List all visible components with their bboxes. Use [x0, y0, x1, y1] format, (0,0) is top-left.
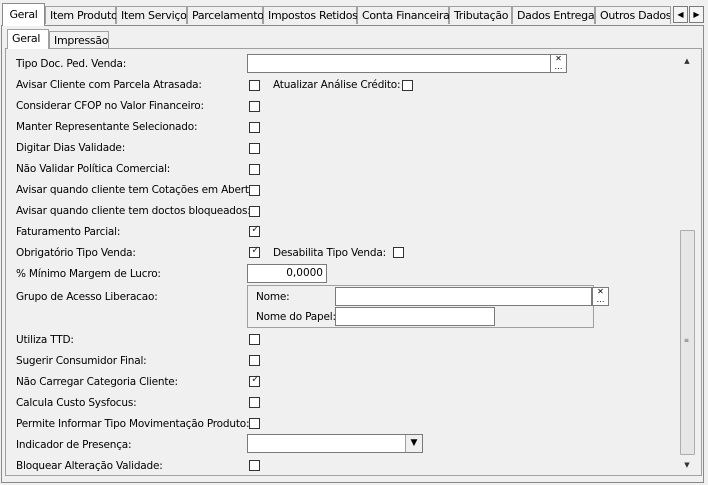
subtab-impressao[interactable]: Impressão	[49, 31, 109, 49]
atualizar-credito-checkbox[interactable]	[402, 80, 413, 91]
nao-validar-label: Não Validar Política Comercial:	[16, 163, 171, 175]
permite-checkbox[interactable]	[249, 418, 260, 429]
check-icon: ✓	[251, 245, 260, 256]
ttd-label: Utiliza TTD:	[16, 334, 74, 346]
tab-tributacao[interactable]: Tributação	[449, 6, 512, 24]
margem-label: % Mínimo Margem de Lucro:	[16, 268, 161, 280]
nao-carregar-label: Não Carregar Categoria Cliente:	[16, 376, 178, 388]
fat-parcial-label: Faturamento Parcial:	[16, 226, 121, 238]
desabilita-tipo-label: Desabilita Tipo Venda:	[273, 247, 386, 259]
lookup-button-icon[interactable]: ✕…	[592, 287, 609, 306]
avisar-cotacoes-checkbox[interactable]	[249, 185, 260, 196]
subtab-geral[interactable]: Geral	[7, 29, 49, 49]
tipo-doc-label: Tipo Doc. Ped. Venda:	[16, 58, 127, 70]
nao-carregar-checkbox[interactable]: ✓	[249, 374, 260, 387]
nao-validar-checkbox[interactable]	[249, 164, 260, 175]
tab-parcelamento[interactable]: Parcelamento	[187, 6, 264, 24]
sugerir-checkbox[interactable]	[249, 355, 260, 366]
custo-checkbox[interactable]	[249, 397, 260, 408]
tab-scroll-right-icon[interactable]: ▶	[689, 6, 704, 23]
nome-label: Nome:	[256, 291, 290, 303]
vertical-scrollbar[interactable]: ▲ ≡ ▼	[679, 54, 695, 472]
bloquear-label: Bloquear Alteração Validade:	[16, 460, 163, 472]
main-tab-strip: Geral Item Produto Item Serviço Parcelam…	[0, 0, 708, 26]
obrig-tipo-label: Obrigatório Tipo Venda:	[16, 247, 136, 259]
tab-conta-financeira[interactable]: Conta Financeira	[357, 6, 450, 24]
tab-dados-entrega[interactable]: Dados Entrega	[512, 6, 595, 24]
nome-papel-label: Nome do Papel:	[256, 311, 336, 323]
indicador-select[interactable]: ▼	[247, 434, 423, 453]
nome-papel-input[interactable]	[335, 307, 495, 326]
avisar-bloqueados-label: Avisar quando cliente tem doctos bloquea…	[16, 205, 251, 217]
margem-input[interactable]: 0,0000	[247, 264, 327, 283]
scroll-up-icon[interactable]: ▲	[679, 54, 695, 68]
sugerir-label: Sugerir Consumidor Final:	[16, 355, 147, 367]
avisar-bloqueados-checkbox[interactable]	[249, 206, 260, 217]
check-icon: ✓	[251, 224, 260, 235]
permite-label: Permite Informar Tipo Movimentação Produ…	[16, 418, 250, 430]
cfop-checkbox[interactable]	[249, 101, 260, 112]
tab-impostos-retidos[interactable]: Impostos Retidos	[263, 6, 358, 24]
tab-item-produto[interactable]: Item Produto	[45, 6, 118, 24]
cfop-label: Considerar CFOP no Valor Financeiro:	[16, 100, 204, 112]
indicador-label: Indicador de Presença:	[16, 439, 132, 451]
grip-icon: ≡	[684, 337, 690, 344]
tipo-doc-input[interactable]	[247, 54, 552, 73]
tab-outros-dados[interactable]: Outros Dados	[595, 6, 671, 24]
avisar-parcela-label: Avisar Cliente com Parcela Atrasada:	[16, 79, 202, 91]
tab-item-servico[interactable]: Item Serviço	[116, 6, 187, 24]
obrig-tipo-checkbox[interactable]: ✓	[249, 245, 260, 258]
manter-rep-checkbox[interactable]	[249, 122, 260, 133]
custo-label: Calcula Custo Sysfocus:	[16, 397, 137, 409]
grupo-label: Grupo de Acesso Liberacao:	[16, 291, 158, 303]
atualizar-credito-label: Atualizar Análise Crédito:	[273, 79, 401, 91]
bloquear-checkbox[interactable]	[249, 460, 260, 471]
general-panel	[5, 48, 702, 476]
scroll-thumb[interactable]: ≡	[680, 230, 695, 455]
tab-scroll-left-icon[interactable]: ◀	[673, 6, 688, 23]
lookup-button-icon[interactable]: ✕…	[550, 54, 567, 73]
manter-rep-label: Manter Representante Selecionado:	[16, 121, 198, 133]
fat-parcial-checkbox[interactable]: ✓	[249, 224, 260, 237]
avisar-parcela-checkbox[interactable]	[249, 80, 260, 91]
nome-input[interactable]	[335, 287, 592, 306]
dias-validade-checkbox[interactable]	[249, 143, 260, 154]
tab-geral[interactable]: Geral	[2, 3, 45, 26]
scroll-down-icon[interactable]: ▼	[679, 458, 695, 472]
check-icon: ✓	[251, 374, 260, 385]
ttd-checkbox[interactable]	[249, 334, 260, 345]
chevron-down-icon[interactable]: ▼	[405, 435, 422, 452]
desabilita-tipo-checkbox[interactable]	[393, 247, 404, 258]
avisar-cotacoes-label: Avisar quando cliente tem Cotações em Ab…	[16, 184, 259, 196]
dias-validade-label: Digitar Dias Validade:	[16, 142, 126, 154]
